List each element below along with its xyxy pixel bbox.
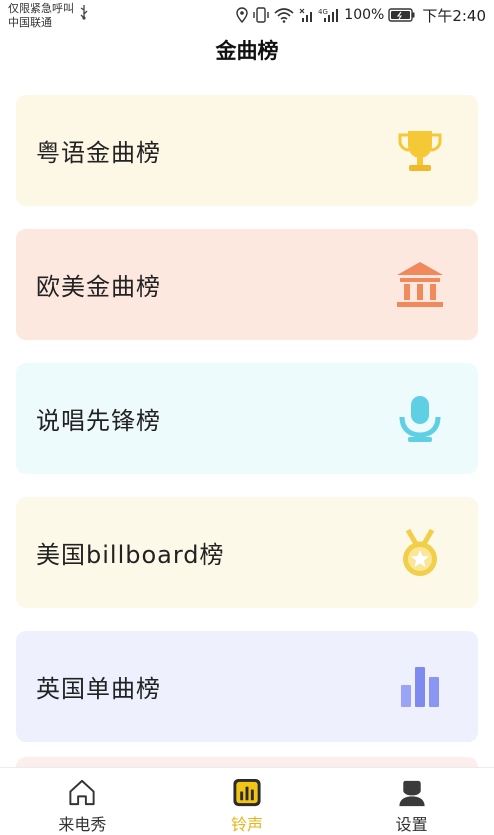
nav-label: 来电秀 <box>58 815 107 834</box>
chart-card-cantonese[interactable]: 粤语金曲榜 <box>16 95 478 206</box>
chart-card-uk-singles[interactable]: 英国单曲榜 <box>16 631 478 742</box>
chart-card-rap[interactable]: 说唱先锋榜 <box>16 363 478 474</box>
ringtone-chart-icon <box>233 778 261 807</box>
user-icon <box>399 780 425 807</box>
carrier-line-name: 中国联通 <box>8 16 52 29</box>
home-icon <box>69 779 95 806</box>
chart-list: 粤语金曲榜 欧美金曲榜 说唱先锋榜 美国billboard榜 英国单曲榜 <box>16 95 478 765</box>
location-icon <box>236 7 248 23</box>
nav-item-settings[interactable]: 设置 <box>329 768 494 835</box>
page-title: 金曲榜 <box>215 39 279 63</box>
no-signal-icon <box>299 8 313 22</box>
chart-card-label: 粤语金曲榜 <box>36 139 161 167</box>
chart-card-label: 美国billboard榜 <box>36 541 225 569</box>
bank-icon <box>392 257 448 313</box>
chart-card-western[interactable]: 欧美金曲榜 <box>16 229 478 340</box>
medal-icon <box>392 525 448 581</box>
chart-card-billboard[interactable]: 美国billboard榜 <box>16 497 478 608</box>
bar-chart-icon <box>392 659 448 715</box>
trophy-icon <box>392 123 448 179</box>
chart-card-label: 说唱先锋榜 <box>36 407 161 435</box>
usb-icon <box>80 5 88 20</box>
chart-card-label: 英国单曲榜 <box>36 675 161 703</box>
status-bar: 仅限紧急呼叫 中国联通 4G 100% 下午2:40 <box>0 0 494 34</box>
battery-icon <box>388 8 415 22</box>
microphone-icon <box>392 391 448 447</box>
network-type: 4G <box>318 8 328 16</box>
battery-percent: 100% <box>344 7 385 23</box>
carrier-info: 仅限紧急呼叫 中国联通 <box>8 2 74 30</box>
signal-4g-icon: 4G <box>318 8 339 22</box>
nav-item-caller-show[interactable]: 来电秀 <box>0 768 165 835</box>
nav-label: 设置 <box>395 815 428 834</box>
wifi-icon <box>274 8 294 23</box>
bottom-nav: 来电秀 铃声 设置 <box>0 767 494 835</box>
vibrate-icon <box>253 7 269 23</box>
nav-item-ringtone[interactable]: 铃声 <box>165 768 330 835</box>
clock: 下午2:40 <box>422 6 486 25</box>
chart-card-label: 欧美金曲榜 <box>36 273 161 301</box>
carrier-line-emergency: 仅限紧急呼叫 <box>8 2 74 15</box>
status-indicators: 4G 100% 下午2:40 <box>236 4 486 26</box>
nav-label: 铃声 <box>231 815 264 834</box>
